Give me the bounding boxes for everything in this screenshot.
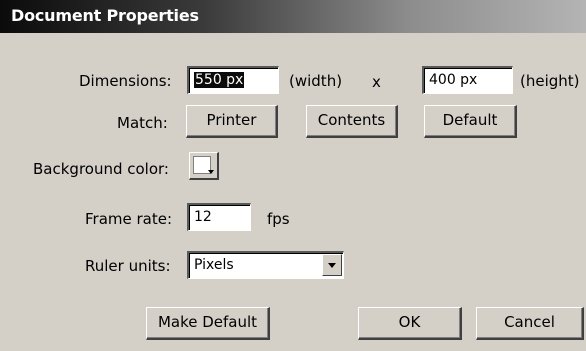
cancel-button[interactable]: Cancel	[476, 307, 584, 340]
ruler-units-value: Pixels	[194, 257, 234, 273]
make-default-button[interactable]: Make Default	[146, 307, 270, 340]
document-properties-dialog: Document Properties Dimensions: 550 px (…	[0, 0, 586, 351]
chevron-down-icon	[328, 263, 336, 268]
match-label: Match:	[117, 114, 168, 132]
ruler-units-dropdown-button[interactable]	[322, 254, 342, 276]
match-default-button[interactable]: Default	[424, 105, 517, 138]
title-bar[interactable]: Document Properties	[0, 0, 586, 33]
swatch-dropdown-arrow-icon	[208, 170, 214, 174]
fps-label: fps	[267, 210, 290, 228]
width-input[interactable]: 550 px	[187, 66, 279, 94]
dialog-title: Document Properties	[11, 6, 199, 25]
width-value: 550 px	[194, 72, 245, 88]
frame-rate-input[interactable]: 12	[187, 203, 251, 231]
height-unit-label: (height)	[520, 72, 580, 90]
match-printer-button[interactable]: Printer	[186, 105, 278, 138]
dimension-separator: x	[372, 73, 381, 91]
height-value: 400 px	[429, 72, 478, 88]
ok-button[interactable]: OK	[358, 307, 462, 340]
ruler-units-select[interactable]: Pixels	[187, 251, 344, 279]
background-color-label: Background color:	[33, 160, 169, 178]
frame-rate-value: 12	[194, 209, 212, 225]
background-color-picker[interactable]	[189, 152, 219, 180]
width-unit-label: (width)	[289, 72, 343, 90]
match-contents-button[interactable]: Contents	[306, 105, 398, 138]
height-input[interactable]: 400 px	[422, 66, 513, 94]
dimensions-label: Dimensions:	[79, 72, 172, 90]
frame-rate-label: Frame rate:	[85, 210, 173, 228]
ruler-units-label: Ruler units:	[85, 257, 171, 275]
